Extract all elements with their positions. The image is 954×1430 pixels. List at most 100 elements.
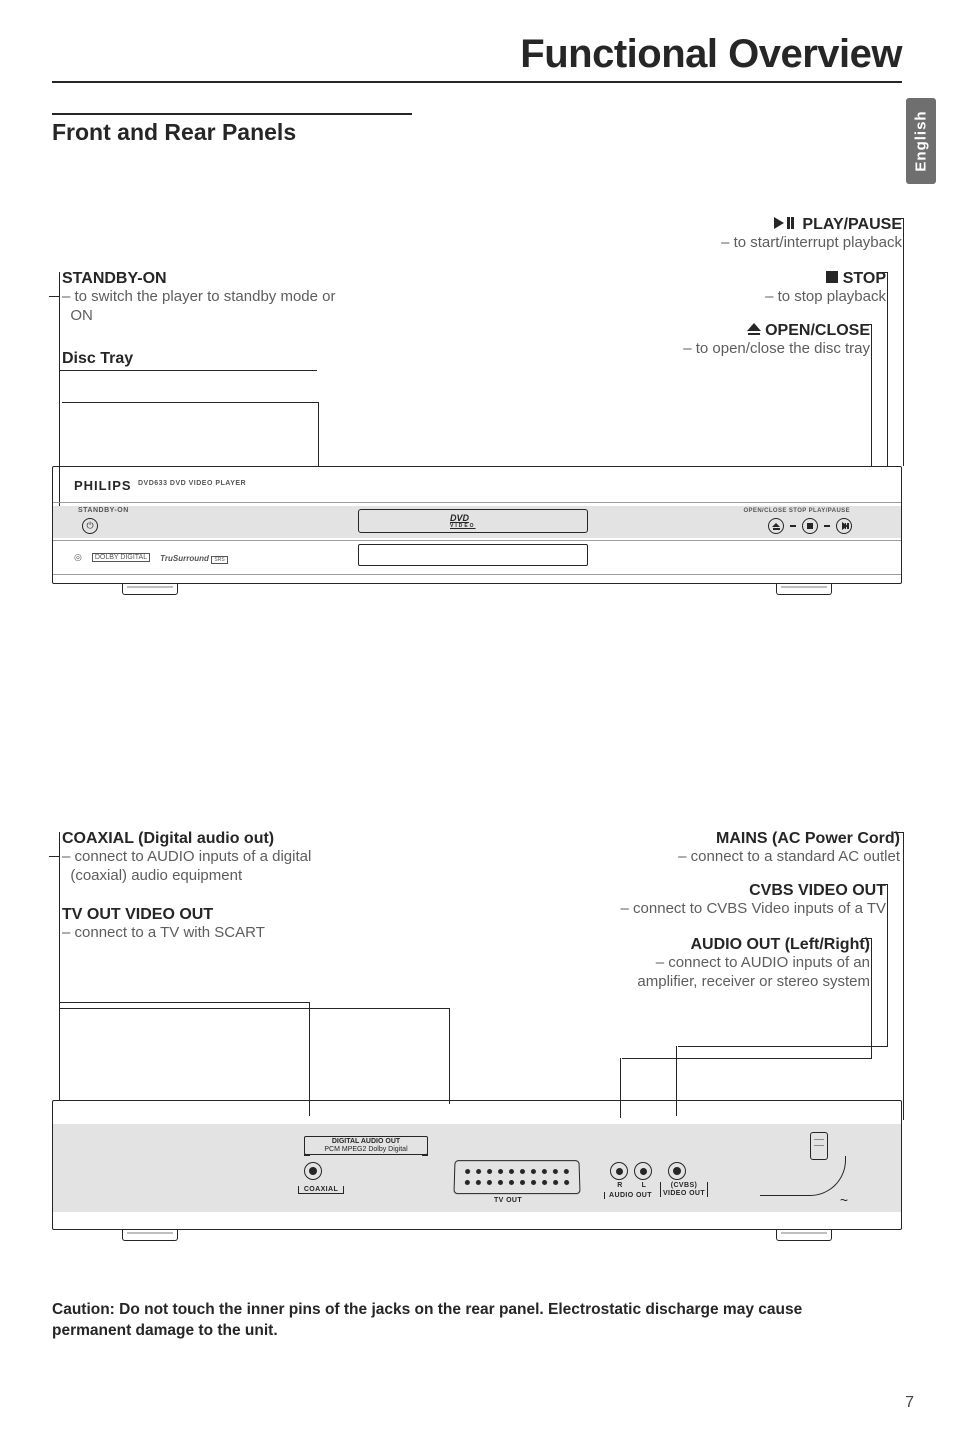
ac-tilde: ~ [840,1192,848,1208]
callout-open-close-desc: – to open/close the disc tray [590,340,870,359]
device-cert-icons: ◎ DOLBY DIGITAL TruSurround SRS [74,552,228,563]
disc-icon: ◎ [74,552,82,563]
audio-l-label: L [636,1182,652,1189]
callout-standby-on: STANDBY-ON – to switch the player to sta… [62,270,422,326]
callout-stop-desc: – to stop playback [626,288,886,307]
leader-line [887,884,888,1046]
callout-play-pause-desc: – to start/interrupt playback [602,234,902,253]
audio-out-l-jack[interactable] [634,1162,652,1180]
callout-stop: STOP – to stop playback [626,270,886,307]
language-tab-label: English [913,110,930,171]
leader-line [59,832,60,1100]
callout-disc-tray-title: Disc Tray [62,350,262,368]
callout-audio-out-desc: – connect to AUDIO inputs of an amplifie… [490,954,870,992]
cvbs-jack[interactable] [668,1162,686,1180]
device-foot [776,1230,832,1241]
callout-tvout-title: TV OUT VIDEO OUT [62,906,422,924]
stop-icon [826,271,838,283]
cvbs-label: (CVBS)VIDEO OUT [660,1182,708,1197]
callout-standby-on-desc: – to switch the player to standby mode o… [62,288,422,326]
pause-icon [786,216,794,234]
callout-play-pause: PLAY/PAUSE – to start/interrupt playback [602,216,902,253]
callout-open-close-title: OPEN/CLOSE [590,322,870,340]
leader-line [903,218,904,466]
caution-text: Caution: Do not touch the inner pins of … [52,1300,832,1342]
callout-coaxial-title: COAXIAL (Digital audio out) [62,830,422,848]
callout-open-close: OPEN/CLOSE – to open/close the disc tray [590,322,870,359]
callout-coaxial-desc: – connect to AUDIO inputs of a digital (… [62,848,422,886]
device-buttons-labels: OPEN/CLOSE STOP PLAY/PAUSE [743,508,850,514]
section-rule [52,113,412,115]
title-bar: Functional Overview [52,32,902,83]
audio-out-label: AUDIO OUT [604,1192,656,1199]
callout-mains-desc: – connect to a standard AC outlet [560,848,900,867]
model-label: DVD633 DVD VIDEO PLAYER [138,480,246,487]
page-title: Functional Overview [52,32,902,77]
trusurround-badge: TruSurround SRS [160,553,228,563]
callout-cvbs-desc: – connect to CVBS Video inputs of a TV [506,900,886,919]
leader-line [59,1008,449,1009]
leader-line [318,402,319,466]
leader-line [862,938,872,939]
callout-cvbs-title: CVBS VIDEO OUT [506,882,886,900]
device-foot [776,584,832,595]
section-heading: Front and Rear Panels [52,119,902,146]
leader-line [894,832,904,833]
dvd-logo: DVD VIDEO [450,513,476,529]
play-icon [774,217,784,229]
language-tab: English [906,98,936,184]
device-standby-label: STANDBY-ON [78,507,129,514]
leader-line [309,1002,310,1116]
leader-line [49,296,59,297]
callout-standby-on-title: STANDBY-ON [62,270,422,288]
callout-audio-out-title: AUDIO OUT (Left/Right) [490,936,870,954]
power-button[interactable] [82,518,98,534]
device-foot [122,584,178,595]
callout-audio-out: AUDIO OUT (Left/Right) – connect to AUDI… [490,936,870,992]
leader-line [903,832,904,1120]
leader-line [678,1046,888,1047]
leader-line [894,218,904,219]
callout-disc-tray: Disc Tray [62,350,262,368]
scart-connector[interactable] [453,1160,580,1194]
open-close-button[interactable] [768,518,784,534]
eject-icon [747,323,761,335]
audio-out-r-jack[interactable] [610,1162,628,1180]
leader-line [449,1008,450,1104]
leader-line [59,1002,309,1003]
brand-label: PHILIPS [74,478,132,493]
device-button-row [768,518,852,534]
audio-r-label: R [612,1182,628,1189]
callout-mains-title: MAINS (AC Power Cord) [560,830,900,848]
power-cord: ~ [792,1132,846,1196]
callout-tvout-desc: – connect to a TV with SCART [62,924,422,943]
callout-play-pause-title: PLAY/PAUSE [602,216,902,234]
coaxial-jack[interactable] [304,1162,322,1180]
leader-line [871,938,872,1058]
callout-mains: MAINS (AC Power Cord) – connect to a sta… [560,830,900,867]
device-foot [122,1230,178,1241]
leader-line [49,856,59,857]
coaxial-label: COAXIAL [298,1186,344,1194]
leader-line [871,324,872,466]
dolby-badge: DOLBY DIGITAL [92,553,150,562]
play-pause-button[interactable] [836,518,852,534]
leader-line [878,884,888,885]
callout-cvbs: CVBS VIDEO OUT – connect to CVBS Video i… [506,882,886,919]
leader-line [59,370,317,371]
leader-line [622,1058,872,1059]
tvout-label: TV OUT [494,1197,522,1204]
leader-line [878,272,888,273]
leader-line [62,402,318,403]
device-front-panel: PHILIPS DVD633 DVD VIDEO PLAYER STANDBY-… [52,466,902,584]
callout-stop-title: STOP [626,270,886,288]
callout-tvout: TV OUT VIDEO OUT – connect to a TV with … [62,906,422,943]
device-display [358,544,588,566]
page-number: 7 [905,1394,914,1412]
leader-line [887,272,888,466]
digital-audio-out-label: DIGITAL AUDIO OUT PCM MPEG2 Dolby Digita… [304,1136,428,1155]
leader-line [862,324,872,325]
callout-coaxial: COAXIAL (Digital audio out) – connect to… [62,830,422,886]
device-rear-panel: DIGITAL AUDIO OUT PCM MPEG2 Dolby Digita… [52,1100,902,1230]
stop-button[interactable] [802,518,818,534]
